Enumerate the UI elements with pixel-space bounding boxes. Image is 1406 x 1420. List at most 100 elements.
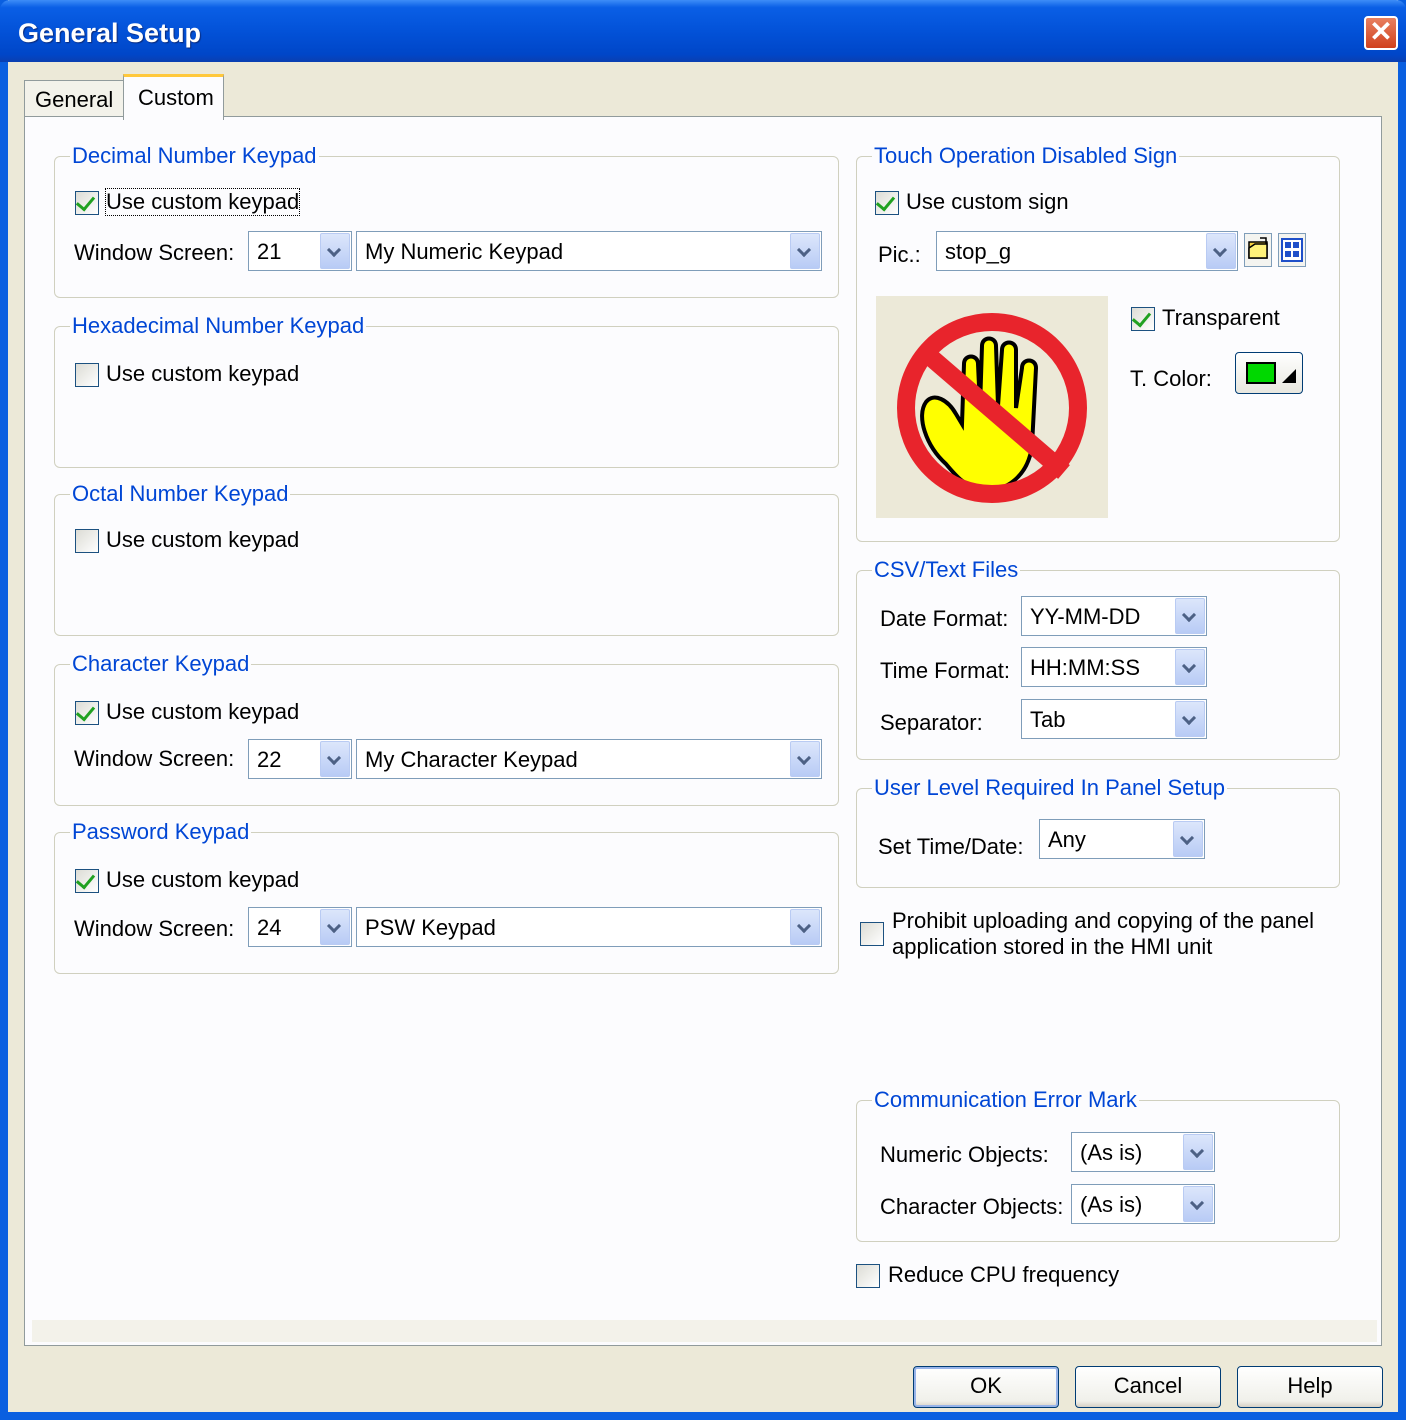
tab-custom[interactable]: Custom [123, 74, 224, 120]
tab-custom-label: Custom [138, 85, 214, 110]
octal-keypad-title: Octal Number Keypad [70, 481, 291, 507]
prohibit-upload-label-line2: application stored in the HMI unit [892, 934, 1213, 959]
custom-sign-checkbox[interactable] [875, 191, 899, 215]
decimal-screen-name-select[interactable]: My Numeric Keypad [356, 231, 822, 271]
character-screen-number-value: 22 [257, 747, 282, 772]
character-screen-number-select[interactable]: 22 [248, 739, 352, 779]
time-format-select[interactable]: HH:MM:SS [1021, 647, 1207, 687]
set-time-date-select[interactable]: Any [1039, 819, 1205, 859]
checkmark-icon [75, 869, 96, 890]
character-keypad-title: Character Keypad [70, 651, 252, 677]
close-button[interactable]: ✕ [1364, 16, 1398, 50]
transparent-color-label: T. Color: [1130, 366, 1212, 391]
separator-select[interactable]: Tab [1021, 699, 1207, 739]
touch-disabled-sign-title: Touch Operation Disabled Sign [872, 143, 1180, 169]
ok-button-label: OK [970, 1373, 1002, 1398]
password-screen-name-value: PSW Keypad [365, 915, 496, 940]
cancel-button-label: Cancel [1113, 1373, 1183, 1398]
transparent-label: Transparent [1162, 305, 1280, 330]
chevron-down-icon[interactable] [320, 233, 350, 269]
chevron-down-icon[interactable] [320, 909, 350, 945]
character-custom-checkbox[interactable] [75, 701, 99, 725]
sign-preview [876, 296, 1108, 518]
user-level-title: User Level Required In Panel Setup [872, 775, 1227, 801]
character-screen-name-select[interactable]: My Character Keypad [356, 739, 822, 779]
csv-text-files-title: CSV/Text Files [872, 557, 1021, 583]
character-objects-label: Character Objects: [880, 1194, 1064, 1219]
reduce-cpu-label: Reduce CPU frequency [888, 1262, 1120, 1287]
reduce-cpu-checkbox[interactable] [856, 1264, 880, 1288]
character-objects-select[interactable]: (As is) [1071, 1184, 1215, 1224]
chevron-down-icon[interactable] [790, 909, 820, 945]
character-custom-label: Use custom keypad [106, 699, 300, 724]
password-custom-checkbox[interactable] [75, 869, 99, 893]
chevron-down-icon[interactable] [1173, 821, 1203, 857]
decimal-screen-name-value: My Numeric Keypad [365, 239, 564, 264]
cancel-button[interactable]: Cancel [1075, 1366, 1221, 1408]
character-window-screen-label: Window Screen: [74, 746, 235, 771]
chevron-down-icon[interactable] [1175, 598, 1205, 634]
hexadecimal-custom-checkbox[interactable] [75, 363, 99, 387]
help-button-label: Help [1287, 1373, 1333, 1398]
password-custom-label: Use custom keypad [106, 867, 300, 892]
stop-hand-icon [897, 313, 1087, 503]
checkmark-icon [75, 191, 96, 212]
transparent-color-button[interactable] [1235, 352, 1303, 394]
chevron-down-icon[interactable] [790, 741, 820, 777]
grid-library-icon [1281, 238, 1303, 262]
color-swatch [1246, 362, 1276, 384]
pic-select[interactable]: stop_g [936, 231, 1238, 271]
close-icon: ✕ [1369, 16, 1393, 47]
title-bar[interactable]: General Setup ✕ [0, 0, 1406, 62]
chevron-down-icon[interactable] [1183, 1186, 1213, 1222]
picture-library-button[interactable] [1278, 233, 1306, 267]
hexadecimal-keypad-group [54, 326, 839, 468]
tab-panel-footer [32, 1320, 1377, 1342]
prohibit-upload-checkbox[interactable] [860, 922, 884, 946]
separator-label: Separator: [880, 710, 983, 735]
set-time-date-label: Set Time/Date: [878, 834, 1024, 859]
chevron-down-icon[interactable] [1175, 701, 1205, 737]
date-format-label: Date Format: [880, 606, 1009, 631]
password-window-screen-label: Window Screen: [74, 916, 235, 941]
octal-keypad-group [54, 494, 839, 636]
decimal-custom-checkbox[interactable] [75, 191, 99, 215]
date-format-select[interactable]: YY-MM-DD [1021, 596, 1207, 636]
separator-value: Tab [1030, 707, 1066, 732]
ok-button[interactable]: OK [913, 1366, 1059, 1408]
open-picture-button[interactable] [1244, 233, 1272, 267]
chevron-down-icon[interactable] [1183, 1134, 1213, 1170]
numeric-objects-label: Numeric Objects: [880, 1142, 1049, 1167]
numeric-objects-value: (As is) [1080, 1140, 1143, 1165]
octal-custom-label: Use custom keypad [106, 527, 300, 552]
decimal-keypad-title: Decimal Number Keypad [70, 143, 319, 169]
character-screen-name-value: My Character Keypad [365, 747, 578, 772]
checkmark-icon [1131, 307, 1152, 328]
character-keypad-group [54, 664, 839, 806]
help-button[interactable]: Help [1237, 1366, 1383, 1408]
chevron-down-icon[interactable] [320, 741, 350, 777]
window-title: General Setup [18, 18, 202, 48]
checkmark-icon [75, 701, 96, 722]
password-screen-name-select[interactable]: PSW Keypad [356, 907, 822, 947]
hexadecimal-keypad-title: Hexadecimal Number Keypad [70, 313, 367, 339]
chevron-down-icon[interactable] [1206, 233, 1236, 269]
date-format-value: YY-MM-DD [1030, 604, 1141, 629]
chevron-down-icon[interactable] [790, 233, 820, 269]
character-objects-value: (As is) [1080, 1192, 1143, 1217]
decimal-keypad-group [54, 156, 839, 298]
decimal-screen-number-select[interactable]: 21 [248, 231, 352, 271]
transparent-checkbox[interactable] [1131, 307, 1155, 331]
prohibit-upload-label-line1: Prohibit uploading and copying of the pa… [892, 908, 1314, 933]
password-keypad-group [54, 832, 839, 974]
tab-general[interactable]: General [24, 80, 124, 116]
password-keypad-title: Password Keypad [70, 819, 252, 845]
decimal-custom-label: Use custom keypad [104, 188, 301, 216]
password-screen-number-value: 24 [257, 915, 282, 940]
chevron-down-icon[interactable] [1175, 649, 1205, 685]
password-screen-number-select[interactable]: 24 [248, 907, 352, 947]
octal-custom-checkbox[interactable] [75, 529, 99, 553]
pic-value: stop_g [945, 239, 1012, 264]
numeric-objects-select[interactable]: (As is) [1071, 1132, 1215, 1172]
set-time-date-value: Any [1048, 827, 1086, 852]
